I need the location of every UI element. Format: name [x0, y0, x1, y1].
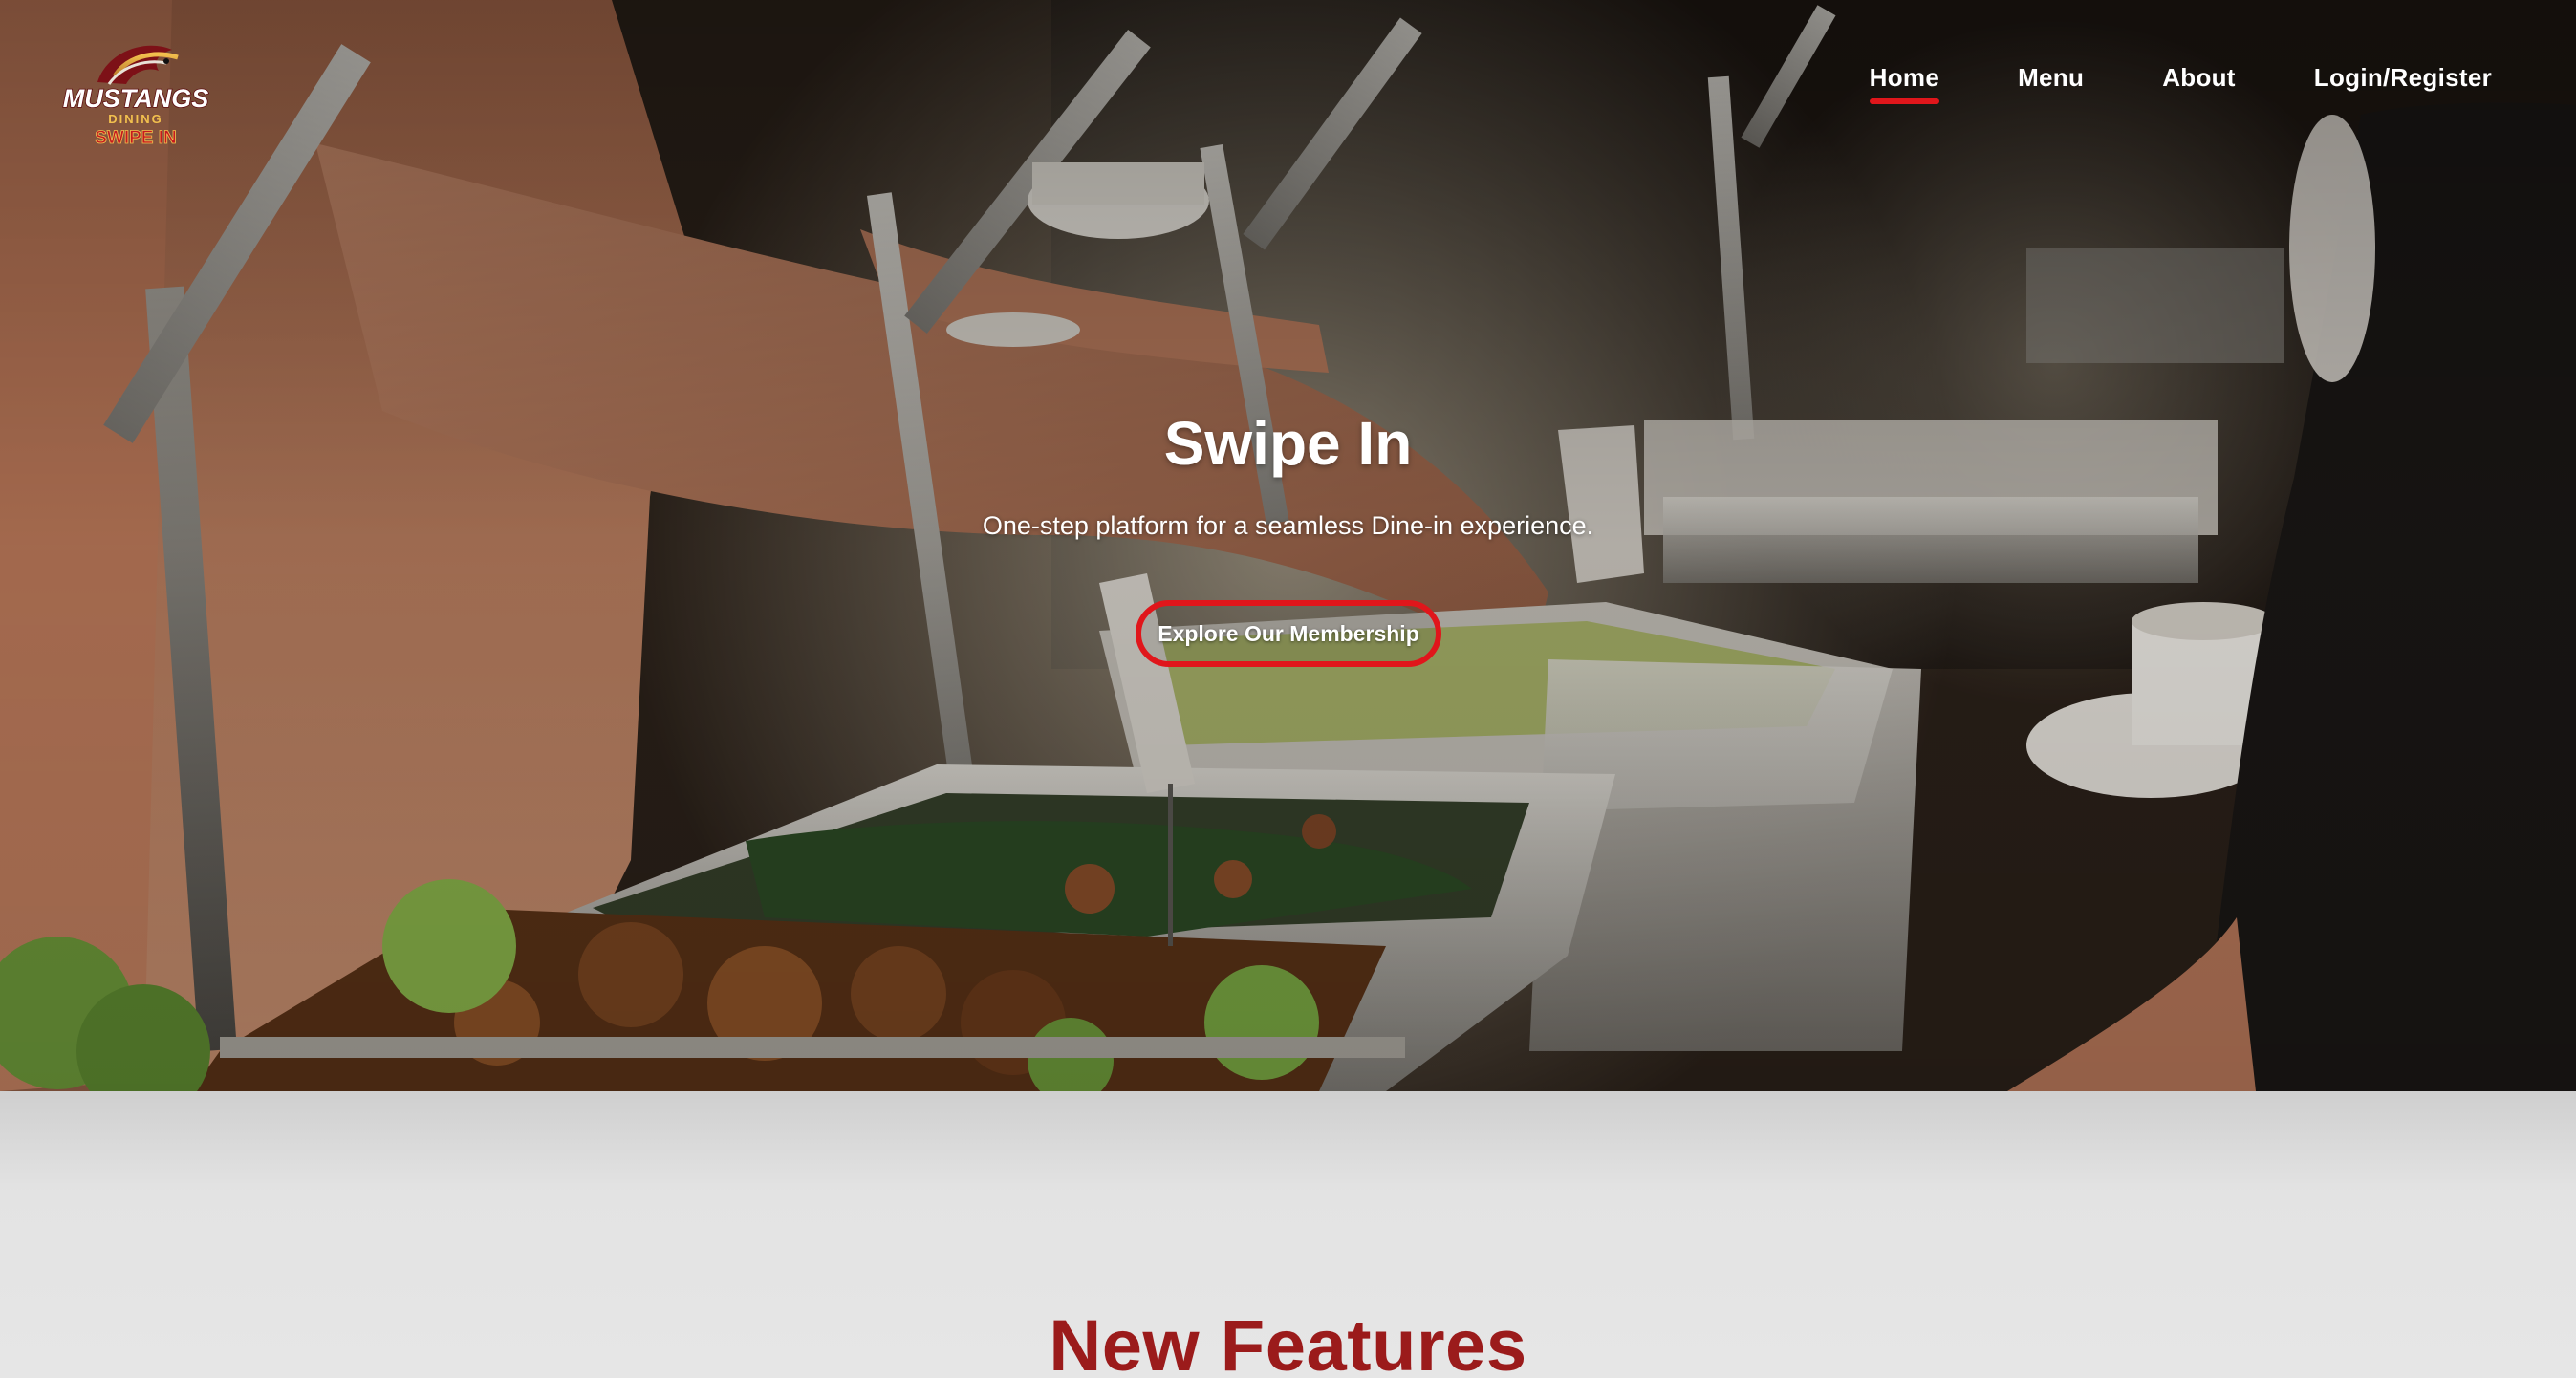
nav-menu-label: Menu	[2018, 63, 2085, 92]
nav-login-register-link[interactable]: Login/Register	[2314, 63, 2492, 104]
hero-background-image	[0, 0, 2576, 1091]
explore-membership-button[interactable]: Explore Our Membership	[1136, 600, 1441, 667]
logo-text-swipe-in: SWIPE IN	[95, 128, 177, 148]
page: MUSTANGS DINING SWIPE IN Home Menu About…	[0, 0, 2576, 1378]
logo-text-mustangs: MUSTANGS	[63, 84, 209, 113]
nav-home-label: Home	[1869, 63, 1940, 92]
nav-about-link[interactable]: About	[2162, 63, 2236, 104]
mustangs-dining-logo[interactable]: MUSTANGS DINING SWIPE IN	[59, 32, 212, 166]
hero-section: MUSTANGS DINING SWIPE IN Home Menu About…	[0, 0, 2576, 1091]
nav-home-link[interactable]: Home	[1869, 63, 1940, 104]
hero-title: Swipe In	[1163, 408, 1413, 478]
nav-about-label: About	[2162, 63, 2236, 92]
main-nav: Home Menu About Login/Register	[1869, 63, 2492, 104]
nav-menu-link[interactable]: Menu	[2018, 63, 2084, 104]
nav-login-register-label: Login/Register	[2313, 63, 2492, 92]
features-title: New Features	[1049, 1305, 1527, 1378]
hero-subtitle: One-step platform for a seamless Dine-in…	[982, 511, 1594, 540]
nav-active-underline	[1869, 98, 1940, 104]
features-section: New Features	[0, 1091, 2576, 1378]
logo-text-dining: DINING	[108, 112, 163, 126]
